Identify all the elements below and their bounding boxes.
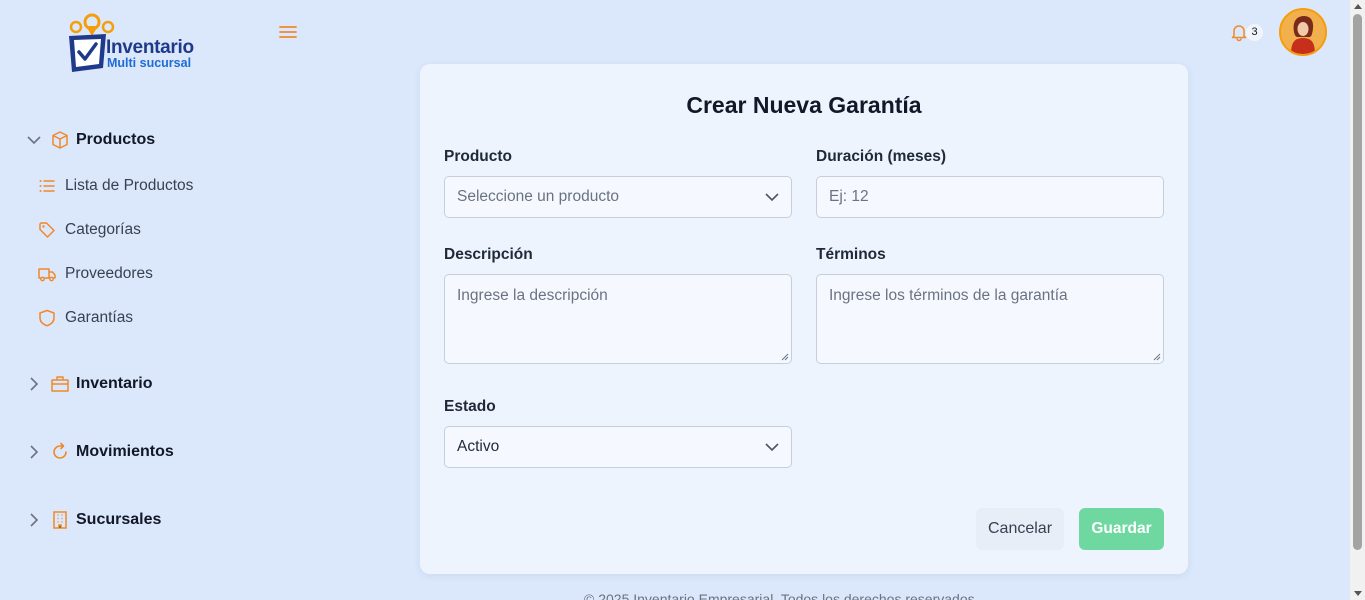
building-icon — [53, 511, 67, 529]
scroll-down-icon[interactable] — [1354, 591, 1362, 596]
sidebar-section-label: Inventario — [76, 375, 153, 392]
sidebar-section-label: Movimientos — [76, 443, 174, 460]
descripcion-label: Descripción — [444, 246, 533, 263]
scroll-up-icon[interactable] — [1354, 4, 1362, 9]
briefcase-icon — [51, 376, 69, 392]
page-title: Crear Nueva Garantía — [686, 92, 922, 118]
scrollbar-thumb[interactable] — [1353, 14, 1362, 550]
duracion-label: Duración (meses) — [816, 148, 947, 165]
tag-icon — [39, 222, 55, 238]
sidebar-item-categorias[interactable]: Categorías — [38, 220, 218, 240]
brand-subtitle: Multi sucursal — [107, 56, 192, 70]
chevron-right-icon — [30, 377, 39, 391]
sidebar-section-movimientos[interactable]: Movimientos — [26, 442, 226, 462]
sidebar-item-label: Categorías — [65, 221, 141, 238]
sidebar-item-garantias[interactable]: Garantías — [38, 308, 218, 328]
sidebar-item-lista-productos[interactable]: Lista de Productos — [38, 176, 218, 196]
user-avatar-icon — [1281, 10, 1325, 54]
descripcion-placeholder: Ingrese la descripción — [457, 287, 608, 304]
terminos-label: Términos — [816, 246, 886, 263]
duracion-placeholder: Ej: 12 — [829, 188, 869, 205]
box-icon — [52, 131, 68, 149]
resize-grip-icon[interactable] — [781, 353, 789, 361]
duracion-input[interactable]: Ej: 12 — [816, 176, 1164, 218]
list-icon — [39, 180, 55, 192]
page-scrollbar[interactable] — [1350, 0, 1365, 600]
producto-select[interactable]: Seleccione un producto — [444, 176, 792, 218]
sidebar-section-label: Sucursales — [76, 511, 162, 528]
sidebar-item-label: Garantías — [65, 309, 134, 326]
sidebar-section-label: Productos — [76, 131, 156, 148]
avatar[interactable] — [1279, 8, 1327, 56]
terminos-placeholder: Ingrese los términos de la garantía — [829, 287, 1068, 304]
footer-copyright: © 2025 Inventario Empresarial. Todos los… — [584, 591, 979, 600]
sidebar-item-label: Proveedores — [65, 265, 153, 282]
producto-label: Producto — [444, 148, 513, 165]
estado-value: Activo — [457, 438, 500, 455]
create-warranty-card: Crear Nueva Garantía Producto Seleccione… — [420, 64, 1188, 574]
sidebar-item-proveedores[interactable]: Proveedores — [38, 264, 218, 284]
save-button[interactable]: Guardar — [1079, 508, 1164, 550]
sidebar-section-sucursales[interactable]: Sucursales — [26, 510, 226, 530]
descripcion-textarea[interactable]: Ingrese la descripción — [444, 274, 792, 364]
notification-count-badge: 3 — [1246, 24, 1263, 41]
sidebar-section-inventario[interactable]: Inventario — [26, 374, 226, 394]
chevron-down-icon — [27, 136, 41, 145]
chevron-right-icon — [30, 445, 39, 459]
sidebar-item-label: Lista de Productos — [65, 177, 194, 194]
cancel-button[interactable]: Cancelar — [976, 508, 1064, 550]
sidebar-section-productos[interactable]: Productos — [26, 130, 226, 150]
chevron-down-icon — [765, 443, 779, 452]
terminos-textarea[interactable]: Ingrese los términos de la garantía — [816, 274, 1164, 364]
refresh-icon — [53, 442, 67, 459]
resize-grip-icon[interactable] — [1153, 353, 1161, 361]
shield-icon — [39, 309, 55, 327]
estado-label: Estado — [444, 398, 496, 415]
producto-placeholder: Seleccione un producto — [457, 188, 620, 205]
hamburger-menu-icon[interactable] — [278, 22, 298, 42]
estado-select[interactable]: Activo — [444, 426, 792, 468]
chevron-down-icon — [765, 193, 779, 202]
chevron-right-icon — [30, 513, 39, 527]
truck-icon — [38, 268, 56, 282]
